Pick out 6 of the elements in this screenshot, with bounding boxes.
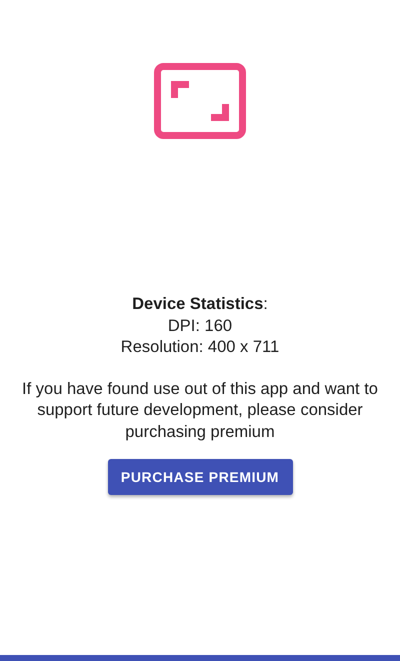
stat-line: Resolution: 400 x 711 <box>120 337 280 358</box>
screen-frame-icon <box>154 63 246 139</box>
stats-heading: Device Statistics: <box>132 294 268 315</box>
purchase-button[interactable]: PURCHASE PREMIUM <box>108 459 292 495</box>
stat-line: DPI: 160 <box>168 316 232 336</box>
support-message: If you have found use out of this app and want to support future development, please consider purchasing premium <box>21 378 379 442</box>
